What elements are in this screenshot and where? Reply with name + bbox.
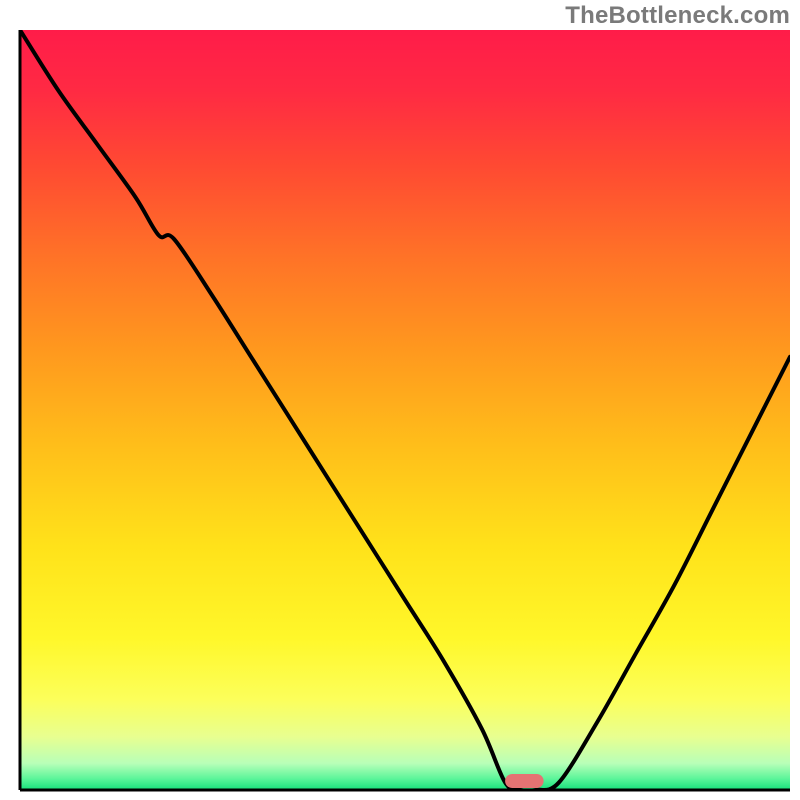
bottleneck-chart <box>0 0 800 800</box>
chart-container: TheBottleneck.com <box>0 0 800 800</box>
watermark-text: TheBottleneck.com <box>565 2 790 30</box>
optimal-zone-marker <box>505 774 543 788</box>
plot-background <box>20 30 790 790</box>
